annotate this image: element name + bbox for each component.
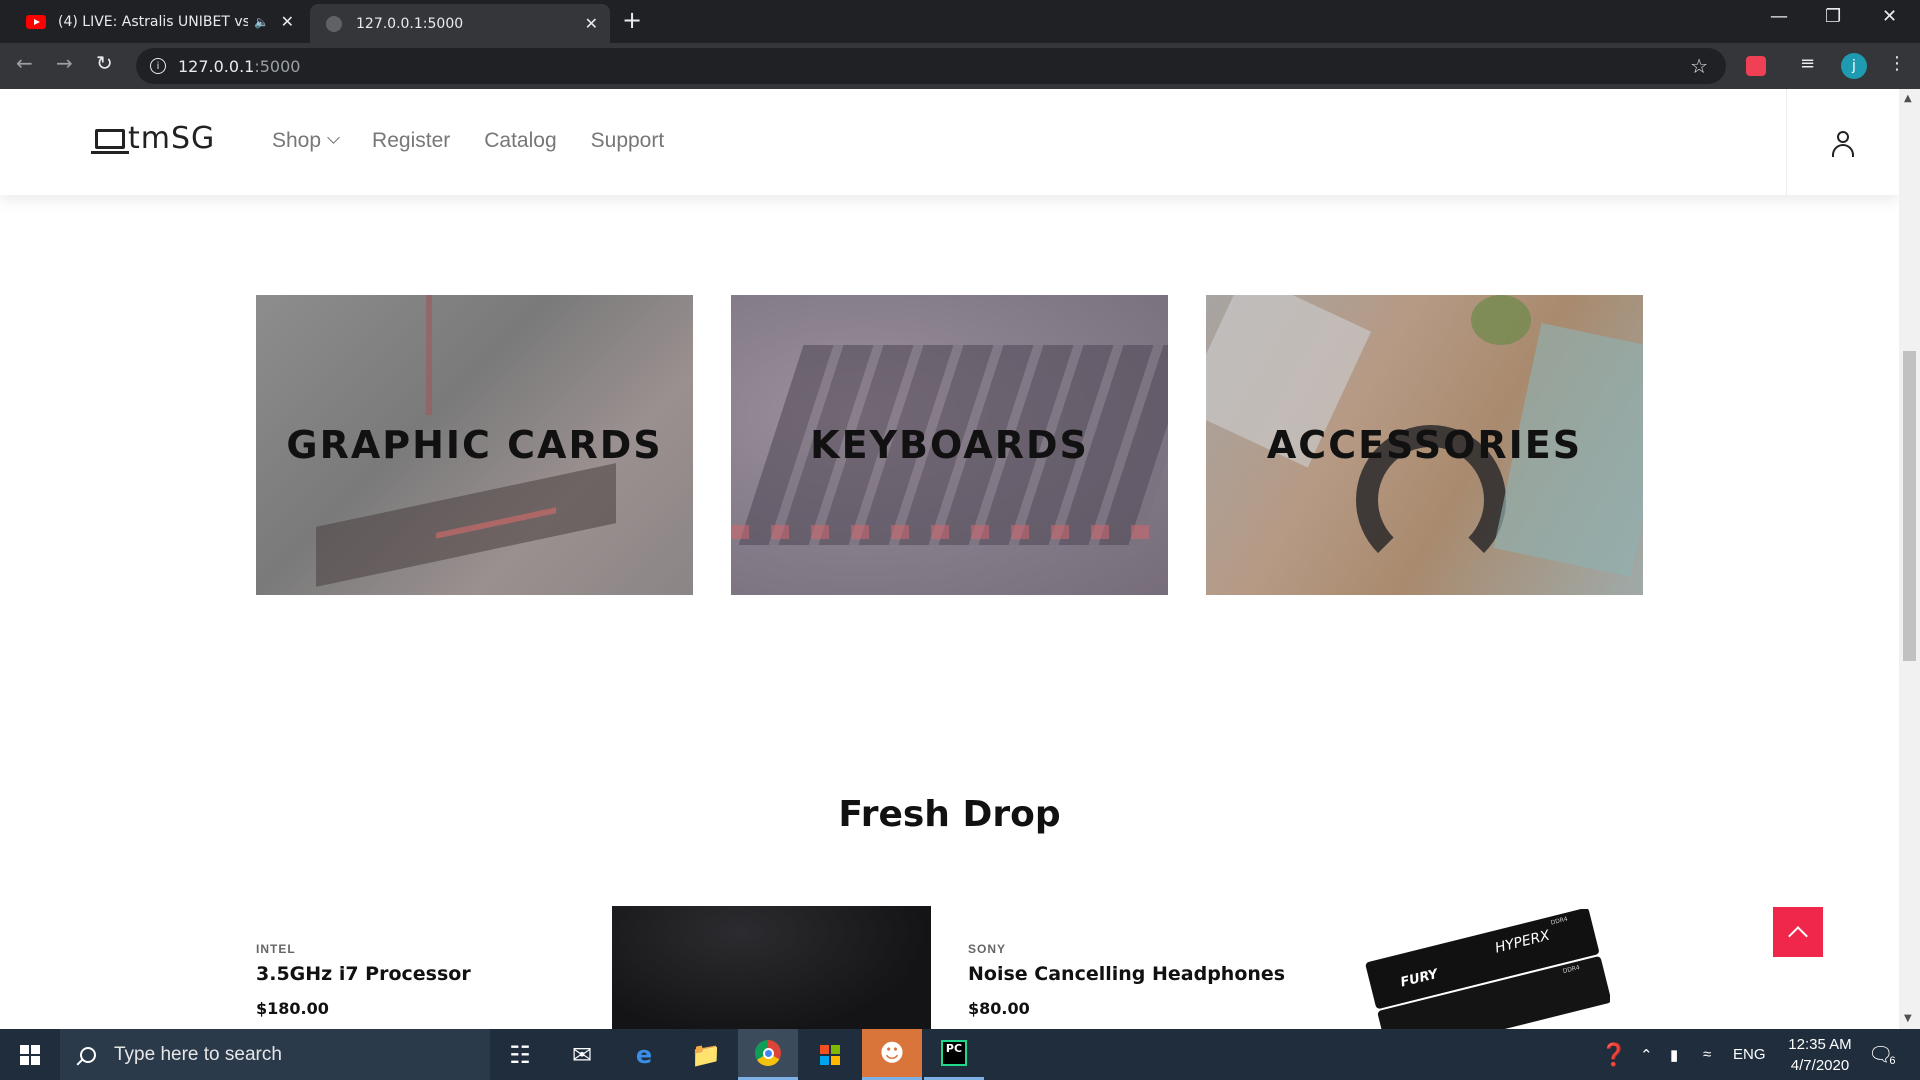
task-view-icon[interactable]: ☷ [490,1029,550,1080]
clock-time: 12:35 AM [1788,1036,1852,1053]
chevron-up-icon[interactable]: ⌃ [1640,1029,1653,1080]
product-brand: INTEL [256,942,296,956]
browser-toolbar: ← → ↻ i 127.0.0.1:5000 ☆ ≡ j ⋮ [0,43,1920,89]
tab-youtube[interactable]: (4) LIVE: Astralis UNIBET vs Fr 🔈 ✕ [16,0,306,43]
nav-shop-label: Shop [272,129,322,152]
close-tab-icon[interactable]: ✕ [281,12,294,31]
minimize-icon[interactable]: — [1770,6,1788,27]
product-card[interactable]: INTEL 3.5GHz i7 Processor $180.00 [256,942,471,1018]
category-label: KEYBOARDS [810,423,1089,467]
battery-icon[interactable]: ▮ [1670,1029,1678,1080]
notification-count: 6 [1889,1054,1896,1067]
windows-logo-icon [20,1044,40,1065]
chrome-icon[interactable] [738,1029,798,1080]
web-page: tmSG Shop Register Catalog Support GRAPH… [0,89,1899,1029]
main-nav: Shop Register Catalog Support [272,129,664,153]
product-price: $180.00 [256,999,329,1018]
user-account-icon[interactable] [1832,131,1854,157]
chevron-up-icon [1788,925,1808,946]
product-name[interactable]: 3.5GHz i7 Processor [256,963,471,985]
globe-icon [326,15,342,32]
language-indicator[interactable]: ENG [1733,1029,1766,1080]
category-accessories[interactable]: ACCESSORIES [1206,295,1643,595]
mail-icon[interactable]: ✉ [552,1029,612,1080]
help-icon[interactable]: ❓ [1600,1029,1627,1080]
product-card[interactable]: SONY Noise Cancelling Headphones $80.00 [968,942,1285,1018]
header-divider [1786,89,1787,195]
info-icon[interactable]: i [150,58,166,74]
bookmark-star-icon[interactable]: ☆ [1690,54,1708,78]
product-price: $80.00 [968,999,1030,1018]
logo-text: tmSG [128,121,216,156]
new-tab-button[interactable]: + [622,6,642,34]
back-icon[interactable]: ← [16,51,33,75]
youtube-icon [26,14,46,29]
browser-tab-bar: (4) LIVE: Astralis UNIBET vs Fr 🔈 ✕ 127.… [0,0,1920,43]
start-button[interactable] [0,1029,60,1080]
chevron-down-icon [327,131,340,144]
scroll-up-arrow[interactable]: ▲ [1904,93,1912,104]
product-brand: SONY [968,942,1007,956]
pycharm-icon[interactable]: PC [924,1029,984,1080]
site-header: tmSG Shop Register Catalog Support [0,89,1899,195]
nav-shop[interactable]: Shop [272,129,340,153]
clock-date: 4/7/2020 [1790,1057,1850,1074]
address-bar[interactable]: i 127.0.0.1:5000 ☆ [136,48,1726,84]
discord-icon[interactable]: ☻ [862,1029,922,1080]
close-window-icon[interactable]: ✕ [1882,6,1897,27]
page-scrollbar[interactable]: ▲ ▼ [1899,89,1920,1029]
pocket-extension-icon[interactable] [1746,56,1766,76]
forward-icon[interactable]: → [56,51,73,75]
menu-icon[interactable]: ⋮ [1888,53,1906,74]
notifications-icon[interactable]: 🗨 6 [1868,1029,1896,1080]
url-host: 127.0.0.1 [178,56,255,76]
clock[interactable]: 12:35 AM 4/7/2020 [1770,1034,1870,1076]
speaker-icon[interactable]: 🔈 [254,15,269,29]
nav-register[interactable]: Register [372,129,450,153]
taskbar-search[interactable]: Type here to search [60,1029,490,1080]
nav-support[interactable]: Support [591,129,665,153]
tab-title: (4) LIVE: Astralis UNIBET vs Fr [58,13,248,30]
category-keyboards[interactable]: KEYBOARDS [731,295,1168,595]
file-explorer-icon[interactable]: 📁 [676,1029,736,1080]
reload-icon[interactable]: ↻ [96,51,113,75]
product-image-ram[interactable]: FURY HYPERX DDR4 DDR4 [1360,909,1610,1029]
category-graphic-cards[interactable]: GRAPHIC CARDS [256,295,693,595]
section-title: Fresh Drop [838,794,1061,835]
url-port: :5000 [254,56,301,76]
product-name[interactable]: Noise Cancelling Headphones [968,963,1285,985]
store-icon[interactable] [800,1029,860,1080]
scrollbar-thumb[interactable] [1903,351,1916,661]
windows-taskbar: Type here to search ☷ ✉ e 📁 ☻ PC ❓ ⌃ ▮ ≈… [0,1029,1920,1080]
profile-avatar[interactable]: j [1841,53,1867,79]
category-label: GRAPHIC CARDS [286,423,663,467]
site-logo[interactable]: tmSG [91,121,216,156]
search-placeholder: Type here to search [114,1043,282,1065]
back-to-top-button[interactable] [1773,907,1823,957]
restore-icon[interactable]: ❐ [1825,6,1841,27]
scroll-down-arrow[interactable]: ▼ [1904,1013,1912,1024]
product-image[interactable] [612,906,931,1029]
laptop-icon [91,128,129,154]
nav-catalog[interactable]: Catalog [484,129,556,153]
media-queue-icon[interactable]: ≡ [1800,53,1815,74]
tab-localhost[interactable]: 127.0.0.1:5000 ✕ [310,4,610,43]
close-tab-icon[interactable]: ✕ [585,14,598,33]
edge-icon[interactable]: e [614,1029,674,1080]
search-icon [80,1046,96,1063]
wifi-icon[interactable]: ≈ [1703,1029,1711,1080]
tab-title: 127.0.0.1:5000 [356,15,464,32]
category-label: ACCESSORIES [1266,423,1583,467]
